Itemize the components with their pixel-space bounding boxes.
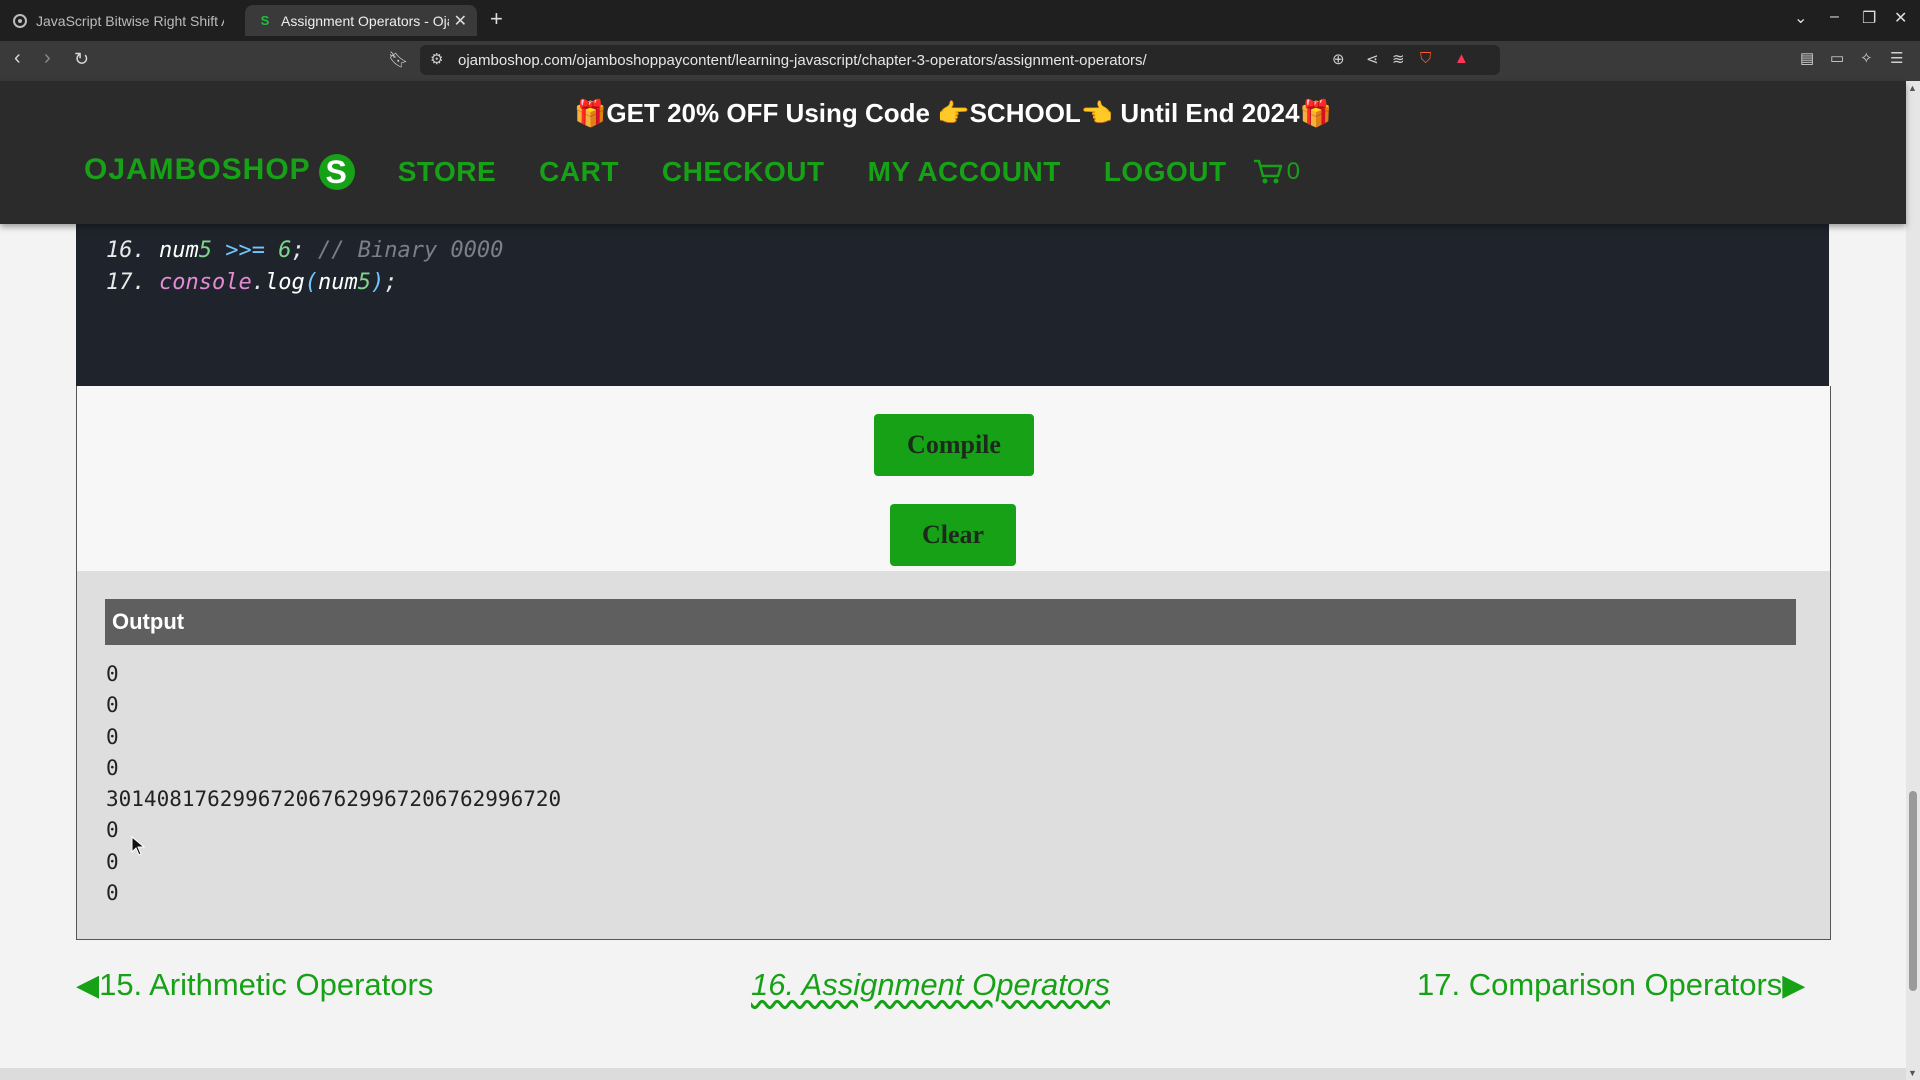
tab-assignment-operators[interactable]: S Assignment Operators - Ojambo Shop ✕ bbox=[245, 5, 477, 36]
nav-my-account[interactable]: MY ACCOUNT bbox=[868, 156, 1061, 188]
output-line: 0 bbox=[106, 693, 119, 718]
output-line: 0 bbox=[106, 724, 119, 749]
back-icon[interactable]: ‹ bbox=[14, 47, 21, 70]
minimize-icon[interactable]: – bbox=[1830, 8, 1839, 26]
ojamboshop-favicon bbox=[12, 13, 28, 29]
browser-tab-bar: JavaScript Bitwise Right Shift Assignmen… bbox=[0, 0, 1920, 41]
line-number: 16. bbox=[106, 238, 159, 263]
bookmark-icon[interactable]: 🔖︎ bbox=[388, 50, 408, 70]
code-token: ( bbox=[304, 270, 318, 295]
code-token: . bbox=[251, 270, 265, 295]
new-tab-icon[interactable]: + bbox=[490, 6, 503, 32]
logo-text[interactable]: OJAMBOSHOP bbox=[84, 153, 311, 186]
cart-widget[interactable]: 0 bbox=[1253, 158, 1300, 186]
code-token: num bbox=[158, 238, 199, 263]
code-line[interactable]: 17. console.log(num5); bbox=[106, 270, 397, 295]
output-line: 301408176299672067629967206762996720 bbox=[106, 787, 562, 812]
code-editor[interactable]: 16. num5 >>= 6; // Binary 0000 17. consol… bbox=[76, 224, 1829, 386]
prev-lesson-link[interactable]: ◀15. Arithmetic Operators bbox=[76, 967, 433, 1003]
prev-lesson-label[interactable]: 15. Arithmetic Operators bbox=[99, 967, 433, 1002]
close-tab-icon[interactable]: ✕ bbox=[454, 11, 467, 31]
clear-button[interactable]: Clear bbox=[890, 504, 1016, 566]
share-icon[interactable]: ⋖ bbox=[1366, 50, 1379, 68]
compile-controls: Compile Clear bbox=[76, 386, 1831, 571]
tab-bitwise-right-shift[interactable]: JavaScript Bitwise Right Shift Assignmen… bbox=[0, 5, 240, 36]
nav-cart[interactable]: CART bbox=[539, 156, 619, 188]
logo-s-icon[interactable]: S bbox=[318, 154, 355, 190]
nav-logout[interactable]: LOGOUT bbox=[1104, 156, 1227, 188]
close-window-icon[interactable]: ✕ bbox=[1894, 8, 1907, 28]
output-lines: 0 0 0 0 301408176299672067629967206762996720… bbox=[106, 659, 561, 909]
menu-icon[interactable]: ☰ bbox=[1890, 49, 1903, 67]
code-token: >>= bbox=[225, 238, 265, 263]
site-header: 🎁GET 20% OFF Using Code 👉SCHOOL👈 Until E… bbox=[0, 81, 1906, 224]
ojamboshop-s-favicon: S bbox=[260, 13, 270, 28]
code-token: 5 bbox=[357, 270, 371, 295]
leo-ai-icon[interactable]: ✧ bbox=[1860, 49, 1873, 67]
tab-title: Assignment Operators - Ojambo Shop bbox=[281, 12, 449, 29]
next-lesson-label[interactable]: 17. Comparison Operators bbox=[1417, 967, 1782, 1002]
shopping-cart-icon bbox=[1253, 159, 1282, 183]
output-line: 0 bbox=[106, 662, 119, 686]
brave-rewards-icon[interactable]: ▲ bbox=[1454, 50, 1469, 67]
restore-icon[interactable]: ❐ bbox=[1862, 8, 1876, 28]
output-line: 0 bbox=[106, 881, 119, 906]
address-bar[interactable]: ⚙ ojamboshop.com/ojamboshoppaycontent/le… bbox=[420, 45, 1500, 75]
nav-checkout[interactable]: CHECKOUT bbox=[662, 156, 825, 188]
code-token: // Binary 0000 bbox=[317, 238, 504, 263]
code-token: 5 bbox=[198, 238, 212, 263]
code-token: ; bbox=[384, 270, 398, 295]
page-bottom-strip bbox=[0, 1068, 1906, 1080]
wallet-icon[interactable]: ▭ bbox=[1830, 49, 1844, 67]
output-heading: Output bbox=[105, 599, 1796, 645]
tab-title: JavaScript Bitwise Right Shift Assignmen… bbox=[36, 12, 224, 29]
cart-count: 0 bbox=[1286, 157, 1300, 185]
code-token: console bbox=[158, 270, 252, 295]
compile-button[interactable]: Compile bbox=[874, 414, 1034, 476]
url-text[interactable]: ojamboshop.com/ojamboshoppaycontent/lear… bbox=[458, 52, 1147, 69]
brave-shield-icon[interactable]: ⛉ bbox=[1420, 50, 1431, 67]
main-nav: OJAMBOSHOP S STORE CART CHECKOUT MY ACCOU… bbox=[84, 153, 1300, 190]
current-lesson-link[interactable]: 16. Assignment Operators bbox=[751, 967, 1110, 1003]
scroll-up-icon[interactable]: ▲ bbox=[1908, 83, 1917, 93]
next-lesson-link[interactable]: 17. Comparison Operators▶ bbox=[1417, 967, 1805, 1003]
promo-banner: 🎁GET 20% OFF Using Code 👉SCHOOL👈 Until E… bbox=[574, 98, 1332, 128]
code-token: ; bbox=[291, 238, 318, 263]
output-line: 0 bbox=[106, 849, 119, 874]
rss-icon[interactable]: ≋ bbox=[1392, 50, 1405, 68]
zoom-icon[interactable]: ⊕ bbox=[1332, 50, 1345, 68]
output-line: 0 bbox=[106, 818, 119, 843]
code-token: log bbox=[264, 270, 305, 295]
code-token: ) bbox=[370, 270, 385, 295]
page-scrollbar[interactable]: ▲ ▼ bbox=[1906, 81, 1920, 1080]
browser-toolbar: ‹ › ↻ 🔖︎ ⚙ ojamboshop.com/ojamboshoppayc… bbox=[0, 41, 1920, 81]
site-settings-icon[interactable]: ⚙ bbox=[430, 50, 443, 68]
code-token: 6 bbox=[278, 238, 292, 263]
line-number: 17. bbox=[106, 270, 159, 295]
right-arrow-icon: ▶ bbox=[1782, 969, 1806, 1002]
code-line[interactable]: 16. num5 >>= 6; // Binary 0000 bbox=[106, 238, 503, 263]
scroll-down-icon[interactable]: ▼ bbox=[1908, 1068, 1917, 1078]
sidebar-icon[interactable]: ▤ bbox=[1800, 49, 1814, 67]
code-token: num bbox=[317, 270, 358, 295]
tab-list-chevron-icon[interactable]: ⌄ bbox=[1794, 8, 1807, 28]
scrollbar-thumb[interactable] bbox=[1909, 791, 1917, 991]
left-arrow-icon: ◀ bbox=[76, 969, 100, 1002]
mouse-pointer-icon bbox=[131, 836, 145, 856]
site-logo[interactable]: OJAMBOSHOP S bbox=[84, 153, 355, 190]
output-panel: Output 0 0 0 0 30140817629967206762996720676… bbox=[76, 571, 1831, 940]
nav-store[interactable]: STORE bbox=[398, 156, 496, 188]
reload-icon[interactable]: ↻ bbox=[74, 49, 89, 70]
output-line: 0 bbox=[106, 755, 119, 780]
forward-icon[interactable]: › bbox=[44, 47, 51, 70]
